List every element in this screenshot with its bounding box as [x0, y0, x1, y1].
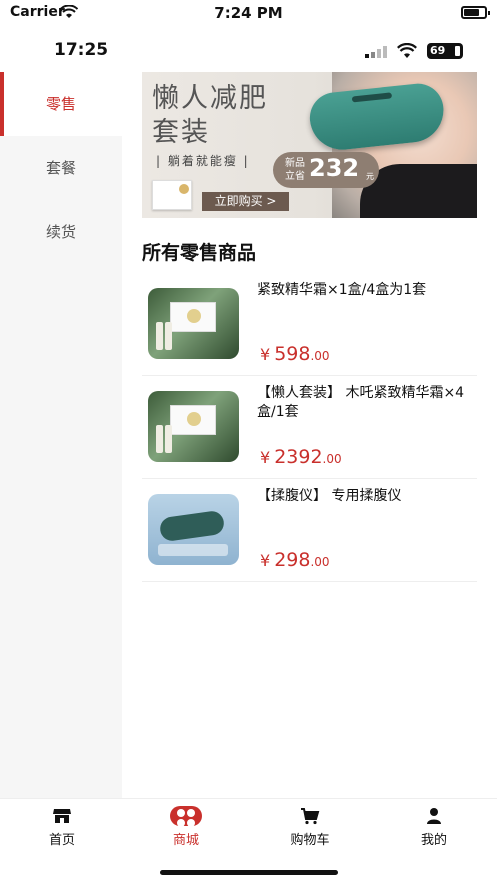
product-thumbnail [148, 494, 239, 565]
battery-icon [461, 6, 490, 19]
currency-symbol: ¥ [260, 448, 271, 467]
store-icon [53, 809, 71, 823]
simulator-clock: 7:24 PM [214, 4, 283, 22]
price-badge-unit: 元 [366, 172, 374, 181]
currency-symbol: ¥ [260, 345, 271, 364]
category-sidebar: 零售 套餐 续货 [0, 72, 122, 798]
product-name: 【揉腹仪】 专用揉腹仪 [257, 488, 402, 504]
product-thumbnail [148, 288, 239, 359]
product-price: ¥298.00 [260, 549, 330, 571]
price-badge-amount: 232 [309, 154, 360, 182]
sidebar-item-retail[interactable]: 零售 [0, 72, 122, 136]
price-integer: 598 [274, 343, 311, 365]
tab-label: 商城 [172, 833, 199, 848]
product-price: ¥598.00 [260, 343, 330, 365]
banner-headline-line1: 懒人减肥 [152, 83, 268, 114]
product-item[interactable]: 【揉腹仪】 专用揉腹仪 ¥298.00 [142, 479, 477, 582]
tab-label: 首页 [48, 833, 75, 848]
product-name: 【懒人套装】 木吒紧致精华霜×4盒/1套 [257, 385, 465, 420]
buy-now-button[interactable]: 立即购买 > [202, 192, 289, 211]
wifi-icon [397, 43, 417, 58]
cart-icon [301, 808, 320, 825]
price-integer: 298 [274, 549, 311, 571]
price-badge: 新品立省 232 元 [273, 152, 379, 188]
product-thumbnail [148, 391, 239, 462]
product-box-image [152, 180, 192, 210]
tab-home[interactable]: 首页 [0, 806, 124, 848]
price-cents: .00 [322, 452, 342, 466]
banner-subtitle: | 躺着就能瘦 | [156, 154, 250, 168]
simulator-status-bar: Carrier 7:24 PM [0, 0, 497, 26]
sidebar-item-package[interactable]: 套餐 [0, 136, 122, 200]
product-name: 紧致精华霜×1盒/4盒为1套 [257, 282, 427, 298]
price-cents: .00 [310, 555, 330, 569]
tab-profile[interactable]: 我的 [372, 806, 496, 848]
tab-label: 购物车 [290, 833, 330, 848]
tab-mall[interactable]: 商城 [124, 806, 248, 848]
product-item[interactable]: 紧致精华霜×1盒/4盒为1套 ¥598.00 [142, 273, 477, 376]
currency-symbol: ¥ [260, 551, 271, 570]
device-clock: 17:25 [54, 40, 109, 60]
cellular-signal-icon [365, 46, 389, 58]
product-price: ¥2392.00 [260, 446, 342, 468]
mall-icon [170, 806, 202, 827]
price-badge-label: 新品立省 [285, 158, 305, 182]
product-list: 紧致精华霜×1盒/4盒为1套 ¥598.00 【懒人套装】 木吒紧致精华霜×4盒… [142, 273, 477, 582]
promo-banner[interactable]: 懒人减肥 套装 | 躺着就能瘦 | 新品立省 232 元 立即购买 > [142, 72, 477, 218]
price-cents: .00 [310, 349, 330, 363]
device-status-bar: 17:25 69 [0, 34, 497, 68]
tab-label: 我的 [420, 833, 447, 848]
sidebar-item-restock[interactable]: 续货 [0, 200, 122, 264]
battery-level: 69 [427, 43, 463, 59]
user-icon [427, 808, 441, 824]
price-integer: 2392 [274, 446, 323, 468]
section-title: 所有零售商品 [142, 242, 257, 264]
banner-headline: 懒人减肥 套装 [152, 82, 268, 150]
home-indicator[interactable] [160, 870, 338, 875]
product-item[interactable]: 【懒人套装】 木吒紧致精华霜×4盒/1套 ¥2392.00 [142, 376, 477, 479]
banner-headline-line2: 套装 [152, 117, 210, 148]
tab-cart[interactable]: 购物车 [248, 806, 372, 848]
